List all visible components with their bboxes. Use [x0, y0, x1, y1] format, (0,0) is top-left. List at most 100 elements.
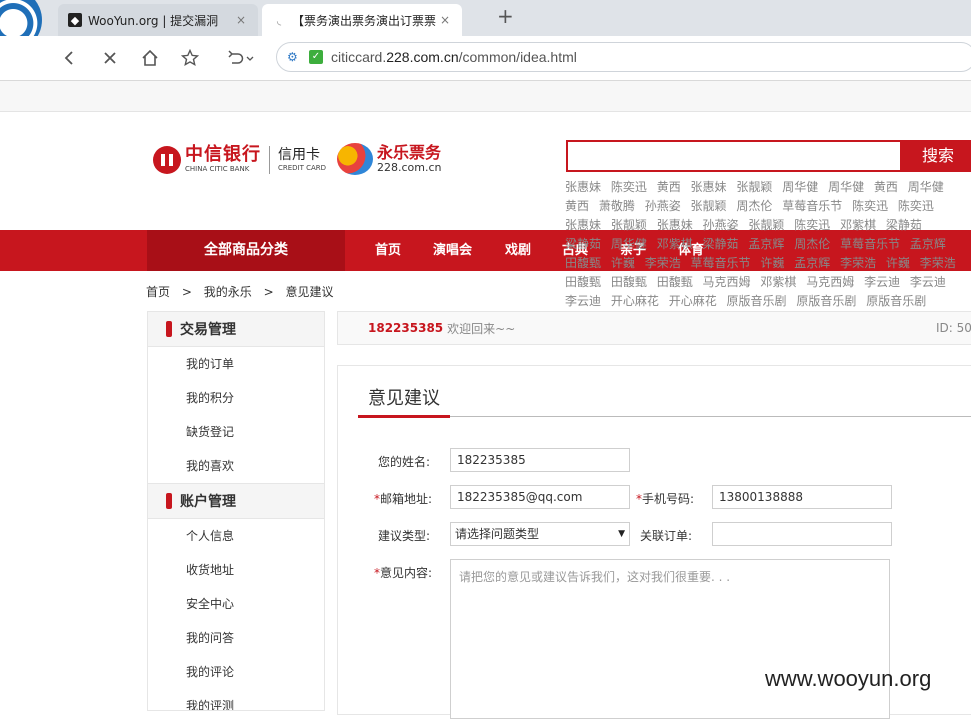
sidebar-item-stockout[interactable]: 缺货登记: [148, 415, 324, 449]
star-icon[interactable]: [176, 44, 204, 72]
hot-keyword-link[interactable]: 原版音乐剧: [727, 294, 787, 308]
hot-keyword-link[interactable]: 张惠妹: [565, 180, 601, 194]
sidebar-item-address[interactable]: 收货地址: [148, 553, 324, 587]
hot-keyword-link[interactable]: 周杰伦: [794, 237, 830, 251]
nav-item-drama[interactable]: 戏剧: [505, 230, 531, 271]
hot-keyword-link[interactable]: 李荣浩: [840, 256, 876, 270]
citic-bank-logo[interactable]: 中信银行 CHINA CITIC BANK 信用卡 CREDIT CARD: [153, 145, 326, 174]
hot-keyword-link[interactable]: 张惠妹: [565, 218, 601, 232]
hot-keyword-link[interactable]: 许巍: [760, 256, 784, 270]
hot-keyword-link[interactable]: 邓紫棋: [657, 237, 693, 251]
hot-keyword-link[interactable]: 张靓颖: [691, 199, 727, 213]
name-label-text: 您的姓名:: [378, 455, 431, 469]
hot-keyword-link[interactable]: 李荣浩: [920, 256, 956, 270]
name-field[interactable]: [450, 448, 630, 472]
hot-keyword-link[interactable]: 草莓音乐节: [691, 256, 751, 270]
hot-keyword-link[interactable]: 田馥甄: [565, 275, 601, 289]
sidebar-item-questions[interactable]: 我的问答: [148, 621, 324, 655]
sidebar-item-profile[interactable]: 个人信息: [148, 519, 324, 553]
hot-keyword-link[interactable]: 黄西: [657, 180, 681, 194]
breadcrumb-home[interactable]: 首页: [146, 285, 170, 299]
phone-field[interactable]: [712, 485, 892, 509]
hot-keyword-link[interactable]: 草莓音乐节: [840, 237, 900, 251]
undo-close-tab-icon[interactable]: [222, 44, 262, 72]
tab-228-ticket[interactable]: ◟ 【票务演出票务演出订票票 ×: [262, 4, 462, 36]
hot-keyword-link[interactable]: 孟京辉: [910, 237, 946, 251]
hot-keyword-link[interactable]: 许巍: [611, 256, 635, 270]
feedback-content-textarea[interactable]: [450, 559, 890, 719]
hot-keyword-link[interactable]: 梁静茹: [886, 218, 922, 232]
hot-keyword-link[interactable]: 张惠妹: [691, 180, 727, 194]
hot-keyword-link[interactable]: 周华健: [611, 237, 647, 251]
hot-keyword-link[interactable]: 梁静茹: [703, 237, 739, 251]
hot-keyword-link[interactable]: 李云迪: [910, 275, 946, 289]
url-text: citiccard.228.com.cn/common/idea.html: [331, 49, 577, 65]
search-button[interactable]: 搜索: [900, 140, 971, 172]
form-title: 意见建议: [368, 388, 440, 409]
hot-keyword-link[interactable]: 孙燕姿: [645, 199, 681, 213]
hot-keyword-link[interactable]: 梁静茹: [565, 237, 601, 251]
nav-item-home[interactable]: 首页: [375, 230, 401, 271]
tab-close-icon[interactable]: ×: [438, 13, 452, 27]
hot-keyword-link[interactable]: 周杰伦: [736, 199, 772, 213]
hot-keyword-link[interactable]: 李云迪: [565, 294, 601, 308]
hot-keyword-link[interactable]: 黄西: [874, 180, 898, 194]
site-info-icon[interactable]: ⚙: [287, 50, 301, 64]
feedback-type-select[interactable]: 请选择问题类型 ▼: [450, 522, 630, 546]
wooyun-watermark: www.wooyun.org: [765, 666, 932, 691]
hot-keyword-link[interactable]: 马克西姆: [703, 275, 751, 289]
url-input[interactable]: ⚙ ✓ citiccard.228.com.cn/common/idea.htm…: [276, 42, 971, 72]
tab-wooyun[interactable]: ◆ WooYun.org | 提交漏洞 ×: [58, 4, 258, 36]
site-search-input[interactable]: [566, 140, 902, 172]
hot-keyword-link[interactable]: 张靓颖: [611, 218, 647, 232]
sidebar-item-comments[interactable]: 我的评论: [148, 655, 324, 689]
sidebar-item-favorites[interactable]: 我的喜欢: [148, 449, 324, 483]
hot-keyword-link[interactable]: 田馥甄: [565, 256, 601, 270]
hot-keyword-link[interactable]: 田馥甄: [611, 275, 647, 289]
hot-keyword-link[interactable]: 李云迪: [864, 275, 900, 289]
breadcrumb-my-yongle[interactable]: 我的永乐: [204, 285, 252, 299]
hot-keyword-link[interactable]: 周华健: [782, 180, 818, 194]
hot-keyword-link[interactable]: 张惠妹: [657, 218, 693, 232]
hot-keyword-link[interactable]: 草莓音乐节: [782, 199, 842, 213]
back-icon[interactable]: [56, 44, 84, 72]
hot-keyword-link[interactable]: 原版音乐剧: [866, 294, 926, 308]
hot-keyword-link[interactable]: 田馥甄: [657, 275, 693, 289]
hot-keyword-link[interactable]: 邓紫棋: [840, 218, 876, 232]
hot-keyword-link[interactable]: 原版音乐剧: [796, 294, 856, 308]
hot-keyword-link[interactable]: 黄西: [565, 199, 589, 213]
email-field[interactable]: [450, 485, 630, 509]
hot-keyword-link[interactable]: 周华健: [908, 180, 944, 194]
order-label-text: 关联订单:: [640, 529, 693, 543]
sidebar-item-orders[interactable]: 我的订单: [148, 347, 324, 381]
stop-icon[interactable]: [96, 44, 124, 72]
hot-keyword-link[interactable]: 萧敬腾: [599, 199, 635, 213]
nav-item-concert[interactable]: 演唱会: [433, 230, 472, 271]
sidebar-item-points[interactable]: 我的积分: [148, 381, 324, 415]
hot-keyword-link[interactable]: 开心麻花: [611, 294, 659, 308]
sidebar-item-reviews[interactable]: 我的评测: [148, 689, 324, 710]
all-categories-button[interactable]: 全部商品分类: [147, 230, 345, 271]
content-label-text: 意见内容:: [380, 566, 433, 580]
hot-keyword-link[interactable]: 陈奕迅: [794, 218, 830, 232]
hot-keyword-link[interactable]: 李荣浩: [645, 256, 681, 270]
hot-keyword-link[interactable]: 周华健: [828, 180, 864, 194]
tab-close-icon[interactable]: ×: [234, 13, 248, 27]
hot-keyword-link[interactable]: 陈奕迅: [611, 180, 647, 194]
related-order-field[interactable]: [712, 522, 892, 546]
hot-keyword-link[interactable]: 陈奕迅: [852, 199, 888, 213]
hot-keyword-link[interactable]: 张靓颖: [748, 218, 784, 232]
hot-keyword-link[interactable]: 孙燕姿: [703, 218, 739, 232]
new-tab-icon[interactable]: +: [497, 4, 514, 28]
hot-keyword-link[interactable]: 邓紫棋: [760, 275, 796, 289]
hot-keyword-link[interactable]: 马克西姆: [806, 275, 854, 289]
hot-keyword-link[interactable]: 陈奕迅: [898, 199, 934, 213]
hot-keyword-link[interactable]: 孟京辉: [794, 256, 830, 270]
hot-keyword-link[interactable]: 许巍: [886, 256, 910, 270]
hot-keyword-link[interactable]: 张靓颖: [736, 180, 772, 194]
hot-keyword-link[interactable]: 孟京辉: [748, 237, 784, 251]
yongle-ticket-logo[interactable]: 永乐票务 228.com.cn: [337, 143, 442, 175]
hot-keyword-link[interactable]: 开心麻花: [669, 294, 717, 308]
sidebar-item-security[interactable]: 安全中心: [148, 587, 324, 621]
home-icon[interactable]: [136, 44, 164, 72]
